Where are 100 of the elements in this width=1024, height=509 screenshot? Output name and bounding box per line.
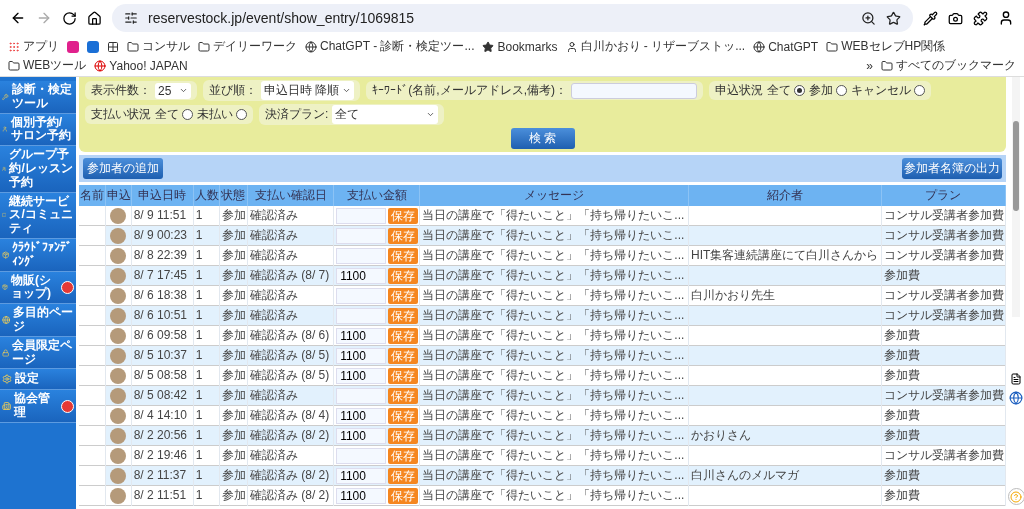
bookmark[interactable]: 白川かおり - リザーブストッ... [565, 38, 746, 55]
column-header: 状態 [219, 185, 248, 206]
avatar [110, 387, 127, 404]
sidebar-item[interactable]: 物販(ショップ) [0, 271, 76, 305]
keyword-field[interactable] [571, 82, 697, 99]
chevron-icon [426, 110, 436, 119]
amount-field[interactable]: 1100 [336, 407, 387, 424]
amount-field[interactable] [336, 227, 387, 244]
amount-field[interactable]: 1100 [336, 487, 387, 504]
table-cell: 参加 [219, 405, 248, 426]
status-radio[interactable]: 参加 [809, 82, 847, 99]
all-bookmarks[interactable]: すべてのブックマーク [881, 57, 1016, 74]
order-label: 並び順： [209, 82, 257, 99]
bookmark[interactable]: デイリーワーク [198, 38, 297, 55]
back-icon[interactable] [10, 10, 26, 26]
reload-icon[interactable] [62, 10, 77, 26]
amount-field[interactable]: 1100 [336, 427, 387, 444]
amount-field[interactable] [336, 247, 387, 264]
bookmark[interactable]: WEBツール [8, 57, 87, 74]
sidebar-item[interactable]: 多目的ページ [0, 304, 76, 337]
search-button[interactable]: 検 索 [510, 128, 575, 149]
table-cell: 白川かおり先生 [688, 285, 882, 306]
grid-icon[interactable] [107, 40, 119, 53]
payment-radio[interactable]: 未払い [197, 106, 247, 123]
bookmark[interactable]: コンサル [127, 38, 190, 55]
avatar [110, 267, 127, 284]
table-cell: コンサル受講者参加費 [881, 225, 1006, 246]
bookmark[interactable]: アプリ [8, 38, 59, 55]
plan-select[interactable]: 全て [332, 105, 439, 124]
amount-field[interactable] [336, 287, 387, 304]
table-cell: コンサル受講者参加費 [881, 245, 1006, 266]
table-cell: 1 [193, 206, 220, 226]
add-participant-button[interactable]: 参加者の追加 [83, 158, 163, 179]
document-icon[interactable] [1010, 373, 1022, 385]
site-settings-icon[interactable] [124, 11, 138, 25]
camera-icon[interactable] [948, 10, 963, 26]
zoom-icon[interactable] [861, 10, 876, 26]
bookmark-star-icon[interactable] [886, 10, 901, 26]
table-cell: 当日の講座で「得たいこと」「持ち帰りたいこ... [419, 225, 689, 246]
amount-field[interactable]: 1100 [336, 347, 387, 364]
table-cell: 1 [193, 485, 220, 506]
sidebar-item[interactable]: 継続サービス/コミュニティ [0, 192, 76, 239]
bookmark-icon[interactable] [67, 40, 79, 53]
bookmark[interactable]: WEBセレブHP関係 [826, 38, 946, 55]
table-cell: 1 [193, 425, 220, 446]
table-cell: 参加費 [881, 405, 1006, 426]
table-cell: 参加費 [881, 485, 1006, 506]
extensions-icon[interactable] [973, 10, 988, 26]
sidebar-item[interactable]: グループ予約/レッスン予約 [0, 146, 76, 193]
amount-field[interactable] [336, 207, 387, 224]
sidebar-item[interactable]: 設定 [0, 369, 76, 391]
person-icon [565, 40, 578, 53]
sidebar-item[interactable]: 個別予約/サロン予約 [0, 113, 76, 147]
amount-field[interactable]: 1100 [336, 327, 387, 344]
sidebar-item[interactable]: 会員限定ページ [0, 336, 76, 370]
menu-icon [2, 124, 8, 135]
scrollbar[interactable] [1012, 77, 1020, 317]
table-cell: 8/ 9 11:51 [131, 206, 194, 226]
amount-field[interactable]: 1100 [336, 467, 387, 484]
payment-label: 支払い状況 [91, 106, 151, 123]
eyedropper-icon[interactable] [923, 10, 938, 26]
bookmark[interactable]: Bookmarks [482, 39, 558, 54]
amount-field[interactable]: 1100 [336, 267, 387, 284]
sidebar-item[interactable]: ｸﾗｳﾄﾞﾌｧﾝﾃﾞｨﾝｸﾞ [0, 238, 76, 272]
home-icon[interactable] [87, 10, 102, 26]
menu-icon [2, 347, 10, 358]
sidebar-item[interactable]: 協会管理 [0, 390, 76, 423]
amount-field[interactable] [336, 387, 387, 404]
amount-field[interactable]: 1100 [336, 367, 387, 384]
bookmark[interactable]: ChatGPT - 診断・検定ツー... [305, 38, 475, 55]
status-radio[interactable]: キャンセル [851, 82, 925, 99]
status-radio[interactable]: 全て [767, 82, 805, 99]
table-cell: 当日の講座で「得たいこと」「持ち帰りたいこ... [419, 485, 689, 506]
table-cell: 参加費 [881, 345, 1006, 366]
sidebar-item[interactable]: 診断・検定ツール [0, 81, 76, 114]
table-cell: 確認済み (8/ 5) [247, 365, 334, 386]
chevron-icon [342, 86, 352, 95]
table-cell: 参加 [219, 365, 248, 386]
bookmark[interactable]: ChatGPT [753, 39, 819, 54]
avatar [110, 367, 127, 384]
column-header: 申込 [105, 185, 132, 206]
table-cell: 確認済み (8/ 2) [247, 425, 334, 446]
globe-icon[interactable] [1009, 391, 1023, 405]
apps-icon[interactable] [8, 40, 20, 53]
amount-field[interactable] [336, 447, 387, 464]
table-cell: 当日の講座で「得たいこと」「持ち帰りたいこ... [419, 385, 689, 406]
count-select[interactable]: 25 [155, 82, 191, 99]
payment-radio[interactable]: 全て [155, 106, 193, 123]
table-cell: 参加費 [881, 465, 1006, 486]
table-cell: 1 [193, 345, 220, 366]
order-select[interactable]: 申込日時 降順 [261, 81, 355, 100]
bookmark[interactable]: Yahoo! JAPAN [94, 58, 188, 73]
amount-field[interactable] [336, 307, 387, 324]
bookmark-icon[interactable] [87, 40, 99, 53]
profile-icon[interactable] [998, 10, 1014, 26]
export-list-button[interactable]: 参加者名簿の出力 [902, 158, 1002, 179]
url-text: reservestock.jp/event/show_entry/1069815 [148, 10, 416, 26]
keyword-label: ｷｰﾜｰﾄﾞ(名前,メールアドレス,備考)： [372, 82, 567, 99]
address-bar[interactable]: reservestock.jp/event/show_entry/1069815 [112, 4, 913, 32]
more-bookmarks[interactable]: » [866, 58, 873, 73]
